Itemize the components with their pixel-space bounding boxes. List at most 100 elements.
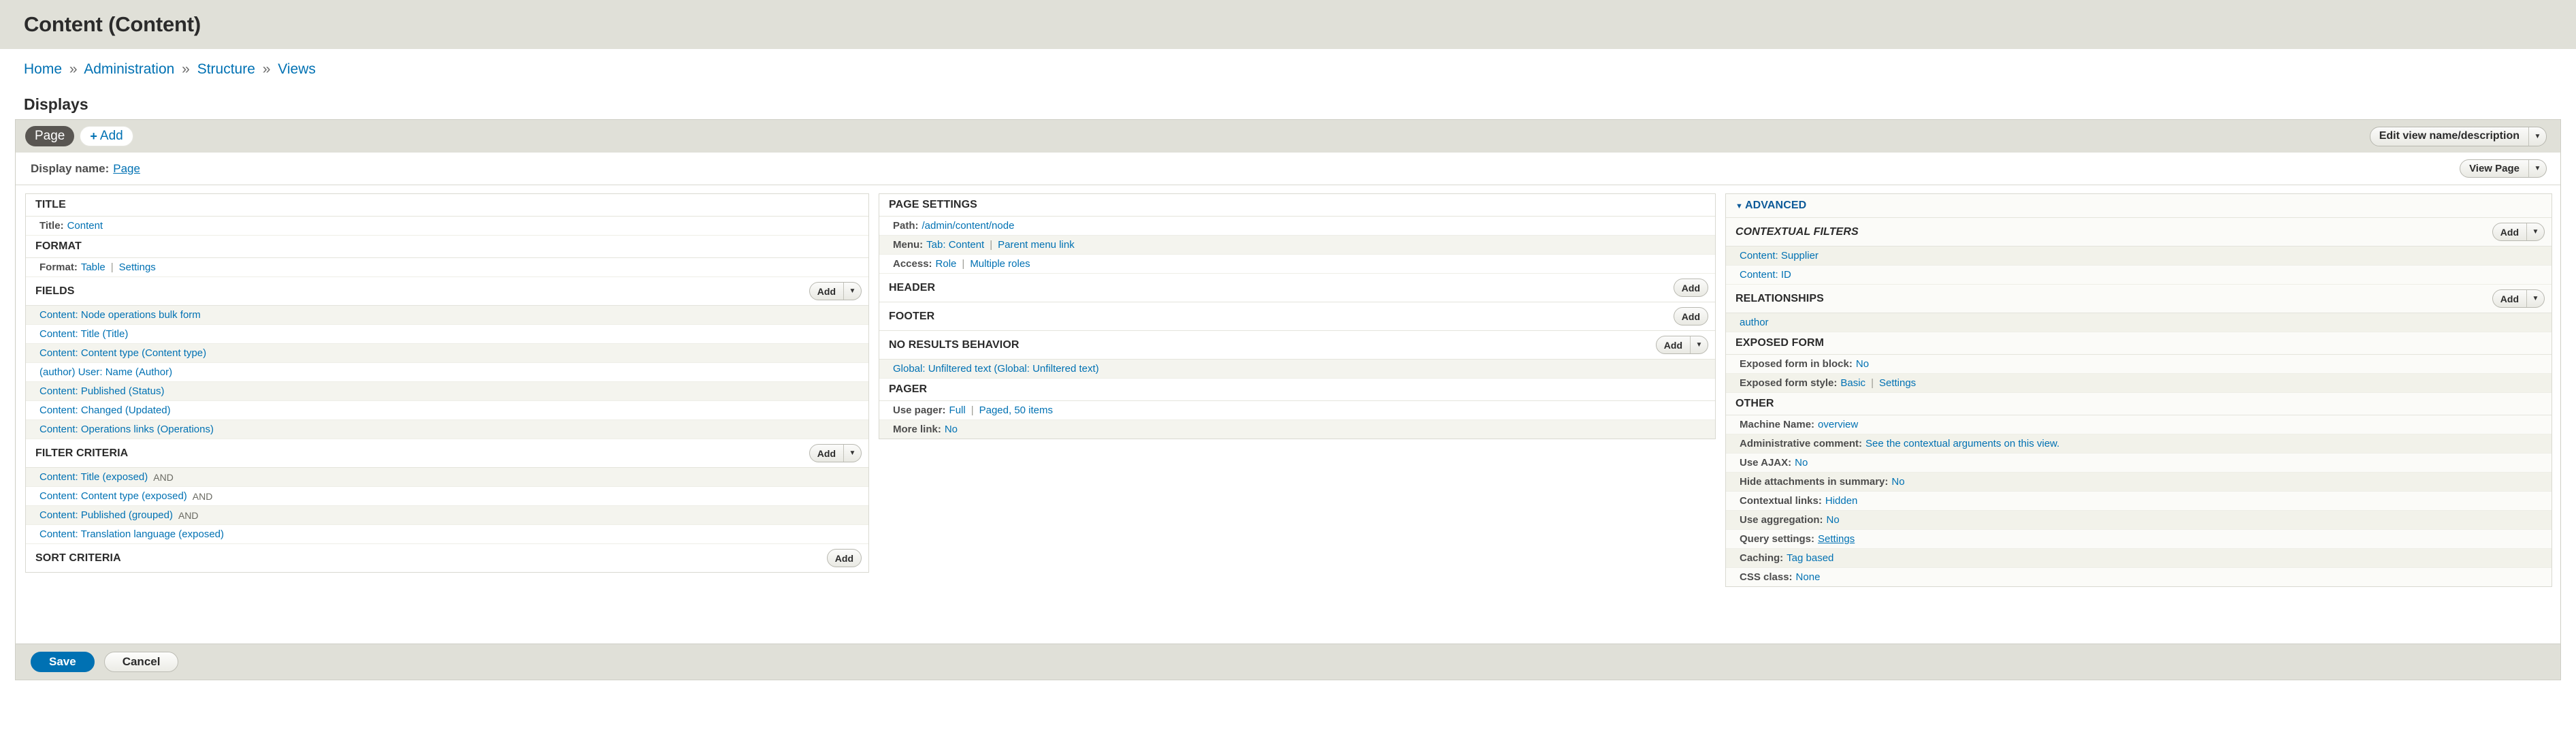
title-value[interactable]: Content bbox=[67, 220, 103, 232]
access-roles-link[interactable]: Multiple roles bbox=[970, 258, 1030, 270]
contextual-links-value[interactable]: Hidden bbox=[1825, 495, 1858, 507]
field-item-link[interactable]: (author) User: Name (Author) bbox=[39, 366, 172, 378]
row-machine-name[interactable]: Machine Name: overview bbox=[1726, 415, 2551, 434]
use-aggregation-value[interactable]: No bbox=[1827, 514, 1840, 526]
cancel-button[interactable]: Cancel bbox=[103, 652, 179, 672]
filter-item-link[interactable]: Content: Title (exposed) bbox=[39, 471, 148, 483]
sort-add-button[interactable]: Add bbox=[826, 549, 862, 567]
field-item[interactable]: Content: Changed (Updated) bbox=[26, 401, 868, 420]
machine-name-value[interactable]: overview bbox=[1818, 419, 1858, 430]
field-item[interactable]: Content: Node operations bulk form bbox=[26, 306, 868, 325]
caching-value[interactable]: Tag based bbox=[1787, 552, 1833, 564]
filter-item[interactable]: Content: Title (exposed) AND bbox=[26, 468, 868, 487]
exposed-form-style-settings-link[interactable]: Settings bbox=[1879, 377, 1916, 389]
filter-item-link[interactable]: Content: Content type (exposed) bbox=[39, 490, 187, 502]
contextual-filter-item-link[interactable]: Content: ID bbox=[1740, 269, 1791, 281]
contextual-filter-item[interactable]: Content: Supplier bbox=[1726, 247, 2551, 266]
row-exposed-form-style[interactable]: Exposed form style: Basic | Settings bbox=[1726, 374, 2551, 393]
filter-item[interactable]: Content: Content type (exposed) AND bbox=[26, 487, 868, 506]
row-use-pager[interactable]: Use pager: Full | Paged, 50 items bbox=[879, 401, 1715, 420]
pager-items-link[interactable]: Paged, 50 items bbox=[979, 404, 1053, 416]
chevron-down-icon[interactable]: ▼ bbox=[2526, 290, 2544, 307]
row-contextual-links[interactable]: Contextual links: Hidden bbox=[1726, 492, 2551, 511]
contextual-filter-item[interactable]: Content: ID bbox=[1726, 266, 2551, 285]
breadcrumb-item-views[interactable]: Views bbox=[278, 61, 316, 77]
chevron-down-icon[interactable]: ▼ bbox=[2526, 223, 2544, 240]
view-page-button[interactable]: View Page bbox=[2460, 160, 2528, 177]
row-query-settings[interactable]: Query settings: Settings bbox=[1726, 530, 2551, 549]
footer-add-button[interactable]: Add bbox=[1673, 307, 1708, 326]
field-item[interactable]: (author) User: Name (Author) bbox=[26, 363, 868, 382]
field-item[interactable]: Content: Operations links (Operations) bbox=[26, 420, 868, 439]
row-caching[interactable]: Caching: Tag based bbox=[1726, 549, 2551, 568]
breadcrumb-item-administration[interactable]: Administration bbox=[84, 61, 174, 77]
row-title[interactable]: Title: Content bbox=[26, 217, 868, 236]
filter-add-button[interactable]: Add bbox=[810, 445, 843, 462]
field-item-link[interactable]: Content: Changed (Updated) bbox=[39, 404, 171, 416]
more-link-value[interactable]: No bbox=[945, 424, 958, 435]
row-hide-attachments[interactable]: Hide attachments in summary: No bbox=[1726, 473, 2551, 492]
row-format[interactable]: Format: Table | Settings bbox=[26, 258, 868, 277]
row-use-aggregation[interactable]: Use aggregation: No bbox=[1726, 511, 2551, 530]
format-value[interactable]: Table bbox=[81, 261, 105, 273]
filter-item[interactable]: Content: Published (grouped) AND bbox=[26, 506, 868, 525]
row-menu[interactable]: Menu: Tab: Content | Parent menu link bbox=[879, 236, 1715, 255]
chevron-down-icon[interactable]: ▼ bbox=[2528, 127, 2546, 146]
relationship-item-link[interactable]: author bbox=[1740, 317, 1769, 328]
edit-view-name-description-button[interactable]: Edit view name/description bbox=[2370, 127, 2528, 146]
breadcrumb-item-home[interactable]: Home bbox=[24, 61, 62, 77]
use-pager-value[interactable]: Full bbox=[949, 404, 966, 416]
field-item[interactable]: Content: Title (Title) bbox=[26, 325, 868, 344]
fields-add-dropbutton[interactable]: Add ▼ bbox=[809, 282, 862, 300]
row-path[interactable]: Path: /admin/content/node bbox=[879, 217, 1715, 236]
breadcrumb-item-structure[interactable]: Structure bbox=[197, 61, 255, 77]
use-ajax-value[interactable]: No bbox=[1795, 457, 1808, 469]
path-value[interactable]: /admin/content/node bbox=[922, 220, 1015, 232]
field-item-link[interactable]: Content: Content type (Content type) bbox=[39, 347, 206, 359]
filter-add-dropbutton[interactable]: Add ▼ bbox=[809, 444, 862, 462]
fields-add-button[interactable]: Add bbox=[810, 283, 843, 300]
row-css-class[interactable]: CSS class: None bbox=[1726, 568, 2551, 586]
save-button[interactable]: Save bbox=[31, 652, 95, 672]
filter-item-link[interactable]: Content: Published (grouped) bbox=[39, 509, 173, 521]
relationships-add-dropbutton[interactable]: Add ▼ bbox=[2492, 289, 2545, 308]
footer-add-button-label[interactable]: Add bbox=[1674, 308, 1708, 325]
field-item-link[interactable]: Content: Node operations bulk form bbox=[39, 309, 201, 321]
chevron-down-icon[interactable]: ▼ bbox=[1690, 336, 1708, 353]
access-value[interactable]: Role bbox=[936, 258, 957, 270]
relationships-add-button[interactable]: Add bbox=[2493, 290, 2526, 307]
row-use-ajax[interactable]: Use AJAX: No bbox=[1726, 454, 2551, 473]
menu-value[interactable]: Tab: Content bbox=[926, 239, 984, 251]
hide-attachments-value[interactable]: No bbox=[1891, 476, 1904, 488]
row-access[interactable]: Access: Role | Multiple roles bbox=[879, 255, 1715, 274]
chevron-down-icon[interactable]: ▼ bbox=[2528, 160, 2546, 177]
advanced-toggle-row[interactable]: ▼ ADVANCED bbox=[1726, 194, 2551, 218]
contextual-filters-add-button[interactable]: Add bbox=[2493, 223, 2526, 240]
row-administrative-comment[interactable]: Administrative comment: See the contextu… bbox=[1726, 434, 2551, 454]
field-item-link[interactable]: Content: Operations links (Operations) bbox=[39, 424, 214, 435]
advanced-toggle[interactable]: ▼ ADVANCED bbox=[1735, 200, 1806, 212]
row-more-link[interactable]: More link: No bbox=[879, 420, 1715, 439]
row-exposed-form-in-block[interactable]: Exposed form in block: No bbox=[1726, 355, 2551, 374]
contextual-filter-item-link[interactable]: Content: Supplier bbox=[1740, 250, 1819, 261]
relationship-item[interactable]: author bbox=[1726, 313, 2551, 332]
no-results-item-link[interactable]: Global: Unfiltered text (Global: Unfilte… bbox=[893, 363, 1099, 375]
field-item-link[interactable]: Content: Published (Status) bbox=[39, 385, 164, 397]
field-item[interactable]: Content: Published (Status) bbox=[26, 382, 868, 401]
field-item-link[interactable]: Content: Title (Title) bbox=[39, 328, 128, 340]
filter-item[interactable]: Content: Translation language (exposed) bbox=[26, 525, 868, 544]
header-add-button-label[interactable]: Add bbox=[1674, 279, 1708, 296]
chevron-down-icon[interactable]: ▼ bbox=[843, 283, 861, 300]
sort-add-button-label[interactable]: Add bbox=[828, 550, 861, 567]
query-settings-value[interactable]: Settings bbox=[1818, 533, 1855, 545]
display-tab-page[interactable]: Page bbox=[25, 126, 75, 146]
chevron-down-icon[interactable]: ▼ bbox=[843, 445, 861, 462]
contextual-filters-add-dropbutton[interactable]: Add ▼ bbox=[2492, 223, 2545, 241]
no-results-item[interactable]: Global: Unfiltered text (Global: Unfilte… bbox=[879, 360, 1715, 379]
exposed-form-in-block-value[interactable]: No bbox=[1856, 358, 1869, 370]
no-results-add-button[interactable]: Add bbox=[1657, 336, 1690, 353]
view-page-dropbutton[interactable]: View Page ▼ bbox=[2460, 159, 2547, 178]
header-add-button[interactable]: Add bbox=[1673, 279, 1708, 297]
filter-item-link[interactable]: Content: Translation language (exposed) bbox=[39, 528, 224, 540]
display-name-value[interactable]: Page bbox=[113, 162, 140, 176]
